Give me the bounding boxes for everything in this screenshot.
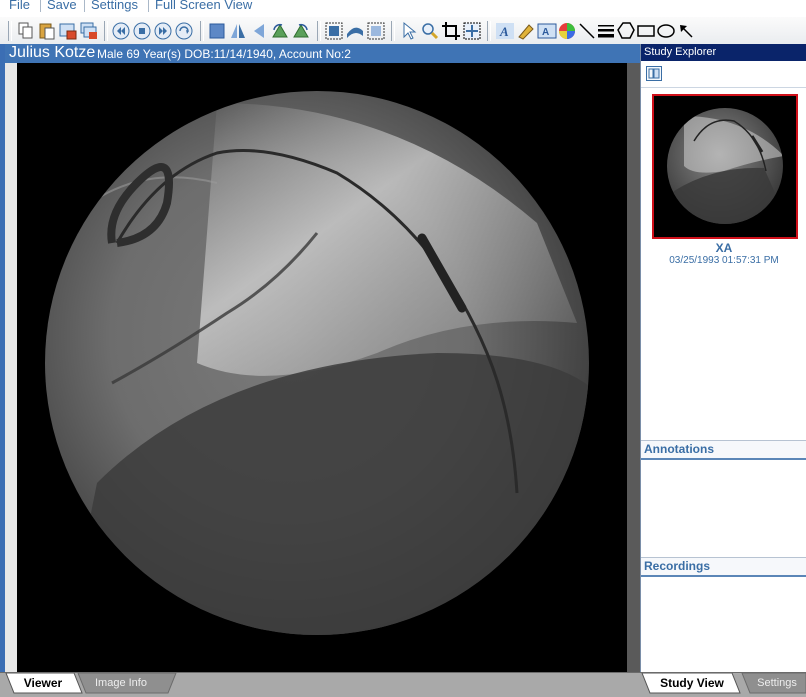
pan-icon[interactable] xyxy=(462,21,482,41)
patient-name: Julius Kotze xyxy=(9,44,96,61)
viewer-frame-left xyxy=(5,63,17,672)
thumbnail-datetime: 03/25/1993 01:57:31 PM xyxy=(669,255,779,266)
svg-text:A: A xyxy=(499,24,509,39)
menu-save[interactable]: Save xyxy=(47,0,77,11)
menu-full-screen-view[interactable]: Full Screen View xyxy=(155,0,252,11)
select-region-icon[interactable] xyxy=(366,21,386,41)
menu-separator xyxy=(148,0,149,12)
rotate-right-icon[interactable] xyxy=(291,21,311,41)
color-wheel-icon[interactable] xyxy=(557,21,577,41)
paste-icon[interactable] xyxy=(37,21,57,41)
menu-separator xyxy=(84,0,85,12)
window-level-icon[interactable] xyxy=(345,21,365,41)
fit-window-icon[interactable] xyxy=(324,21,344,41)
toolbar-separator xyxy=(8,21,12,41)
angiography-image[interactable] xyxy=(17,63,627,672)
tab-study-view[interactable]: Study View xyxy=(650,673,734,693)
toolbar-separator xyxy=(487,21,491,41)
square-frame-icon[interactable] xyxy=(207,21,227,41)
pointer-icon[interactable] xyxy=(399,21,419,41)
copy-icon[interactable] xyxy=(16,21,36,41)
study-explorer-toolbar xyxy=(641,61,806,88)
menu-file[interactable]: File xyxy=(9,0,30,11)
export-image-icon[interactable] xyxy=(58,21,78,41)
recordings-header[interactable]: Recordings xyxy=(641,557,806,577)
text-annotation-icon[interactable]: A xyxy=(495,21,515,41)
tab-viewer[interactable]: Viewer xyxy=(12,673,74,693)
export-series-icon[interactable] xyxy=(79,21,99,41)
fast-forward-icon[interactable] xyxy=(153,21,173,41)
series-thumbnail[interactable] xyxy=(652,94,798,239)
study-explorer-title: Study Explorer xyxy=(641,44,806,61)
menu-separator xyxy=(40,0,41,12)
line-icon[interactable] xyxy=(577,21,597,41)
flip-horizontal-icon[interactable] xyxy=(228,21,248,41)
patient-demographics: Male 69 Year(s) DOB:11/14/1940, Account … xyxy=(97,47,351,61)
rectangle-icon[interactable] xyxy=(636,21,656,41)
thumbnail-modality: XA xyxy=(715,241,733,255)
toolbar: A A xyxy=(0,17,806,46)
crop-icon[interactable] xyxy=(441,21,461,41)
line-width-icon[interactable] xyxy=(596,21,616,41)
flip-vertical-icon[interactable] xyxy=(249,21,269,41)
svg-text:A: A xyxy=(542,27,549,38)
rotate-left-icon[interactable] xyxy=(270,21,290,41)
arrow-icon[interactable] xyxy=(676,21,696,41)
menu-bar: File Save Settings Full Screen View xyxy=(0,0,806,13)
tab-settings[interactable]: Settings xyxy=(752,673,802,693)
layout-toggle-icon[interactable] xyxy=(646,66,662,81)
stop-icon[interactable] xyxy=(132,21,152,41)
label-icon[interactable]: A xyxy=(537,21,557,41)
viewer-frame-right xyxy=(627,63,640,672)
bottom-tab-bar: Viewer Image Info Study View Settings xyxy=(0,672,806,697)
thumbnail-image xyxy=(654,96,796,237)
toolbar-separator xyxy=(200,21,204,41)
menu-settings[interactable]: Settings xyxy=(91,0,138,11)
rewind-icon[interactable] xyxy=(111,21,131,41)
loop-icon[interactable] xyxy=(174,21,194,41)
toolbar-separator xyxy=(317,21,321,41)
zoom-icon[interactable] xyxy=(420,21,440,41)
ellipse-icon[interactable] xyxy=(656,21,676,41)
polygon-icon[interactable] xyxy=(616,21,636,41)
highlight-icon[interactable] xyxy=(516,21,536,41)
patient-info-bar: Julius Kotze Male 69 Year(s) DOB:11/14/1… xyxy=(5,44,640,63)
study-explorer-panel: Study Explorer XA 03/25/1993 01:57:31 PM xyxy=(640,44,806,674)
toolbar-separator xyxy=(104,21,108,41)
image-viewport[interactable] xyxy=(17,63,627,672)
toolbar-separator xyxy=(391,21,395,41)
annotations-header[interactable]: Annotations xyxy=(641,440,806,460)
tab-image-info[interactable]: Image Info xyxy=(86,673,156,693)
